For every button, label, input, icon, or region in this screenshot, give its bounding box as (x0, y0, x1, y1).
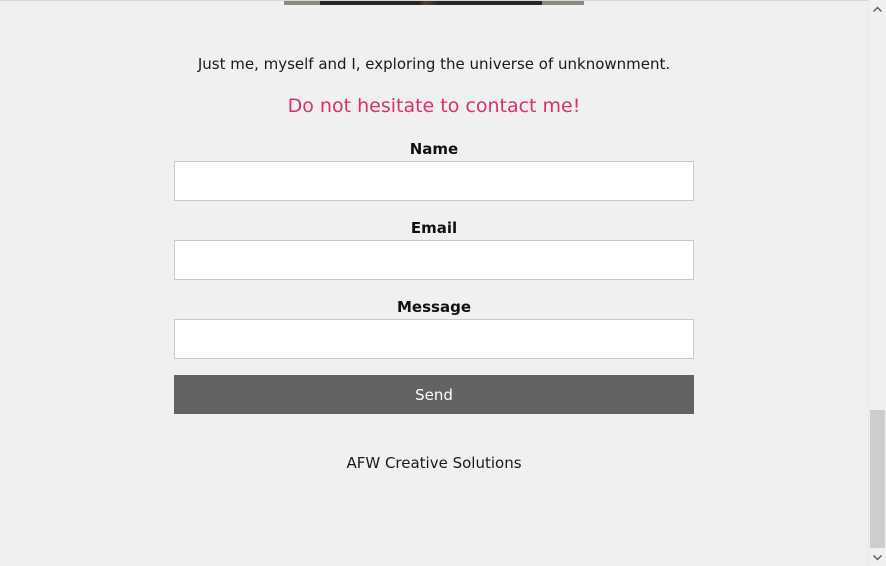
footer-text: AFW Creative Solutions (346, 454, 522, 472)
email-field[interactable] (174, 240, 694, 280)
hero-image (284, 1, 584, 5)
message-field[interactable] (174, 319, 694, 359)
chevron-down-icon[interactable] (869, 549, 886, 566)
email-label: Email (410, 219, 458, 237)
vertical-scrollbar[interactable] (868, 0, 886, 566)
page: Just me, myself and I, exploring the uni… (0, 0, 868, 566)
send-button[interactable]: Send (174, 375, 694, 414)
name-label: Name (409, 140, 459, 158)
scrollbar-thumb[interactable] (870, 410, 885, 548)
message-label: Message (397, 298, 471, 316)
contact-heading: Do not hesitate to contact me! (287, 95, 581, 117)
chevron-up-icon[interactable] (869, 0, 886, 17)
tagline: Just me, myself and I, exploring the uni… (197, 55, 671, 73)
name-field[interactable] (174, 161, 694, 201)
